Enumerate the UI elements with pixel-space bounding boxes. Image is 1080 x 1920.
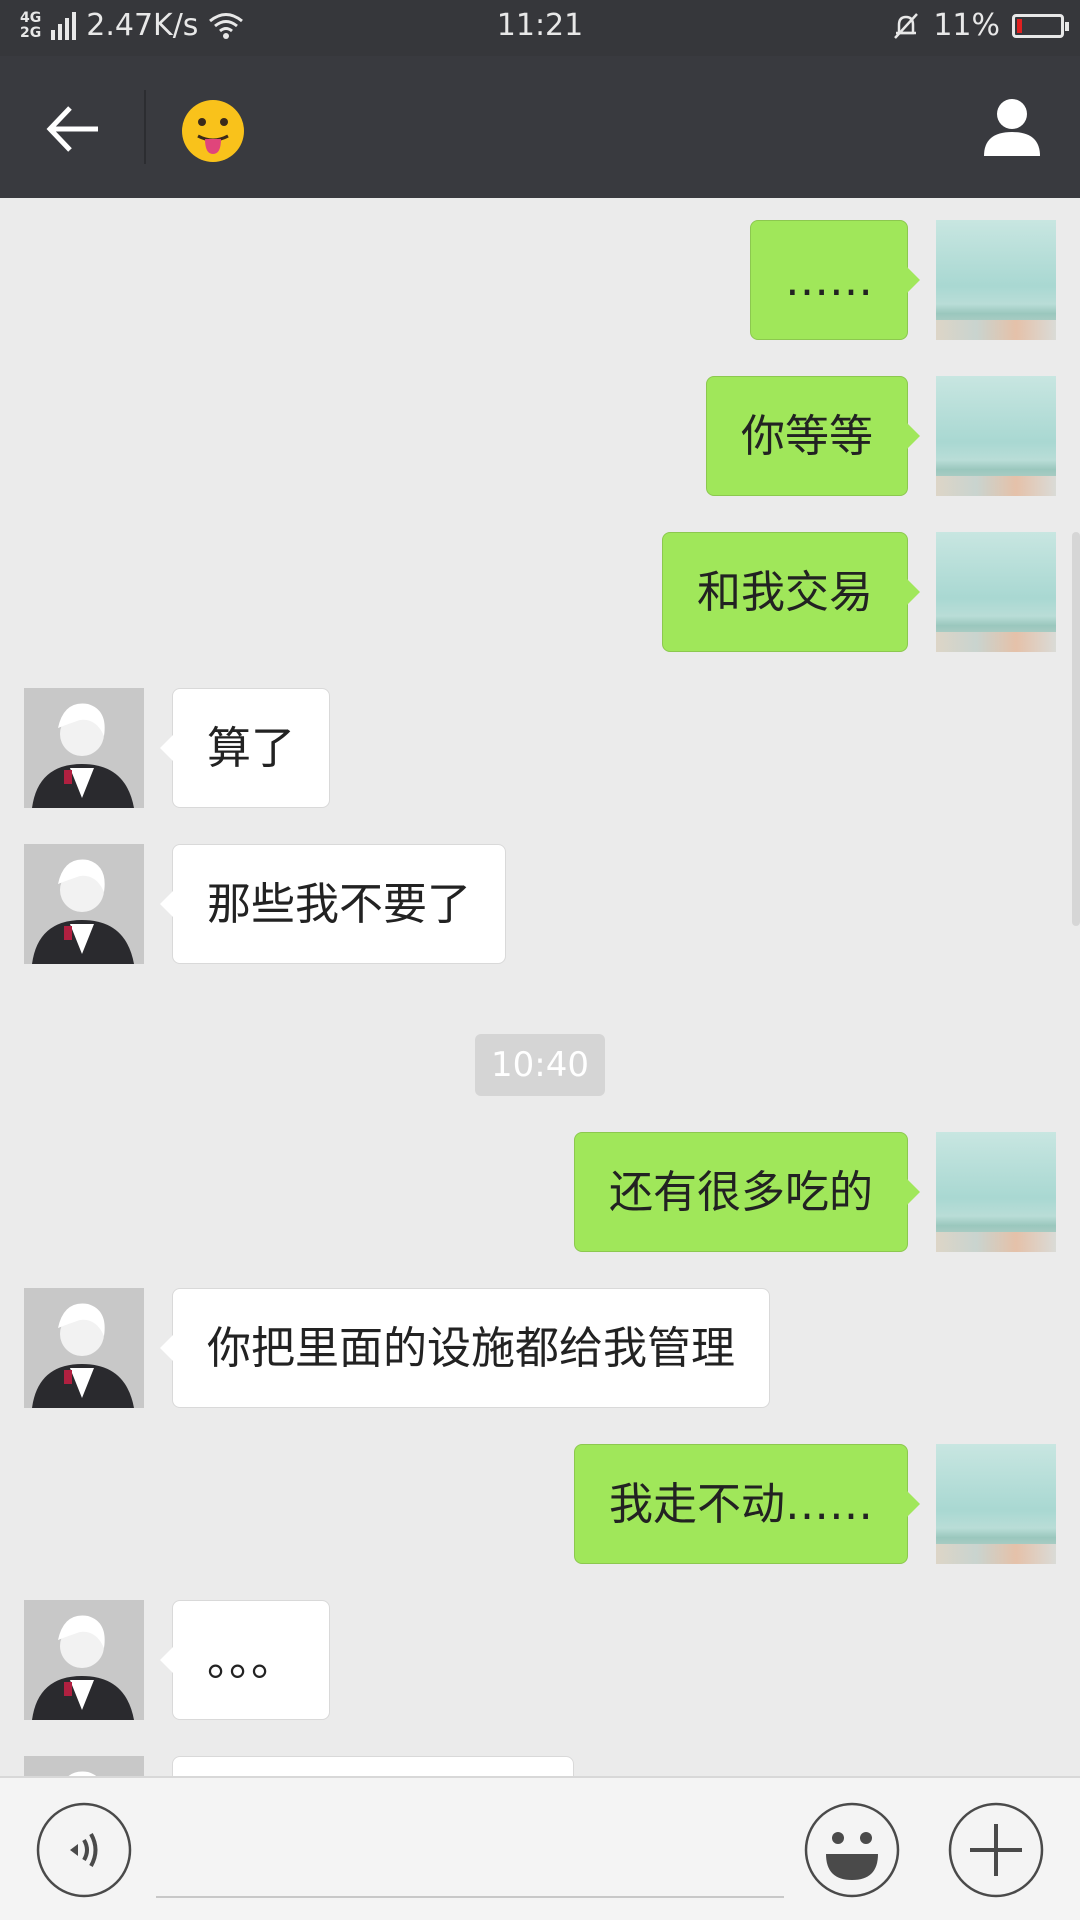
received-message-bubble[interactable]: 。。。 (160, 1600, 330, 1720)
status-bar: 4G 2G 2.47K/s 11:21 11% (0, 0, 1080, 56)
contact-portrait-icon (24, 1756, 144, 1776)
received-message-bubble[interactable] (172, 1756, 574, 1776)
sent-message-bubble[interactable]: 和我交易 (662, 532, 920, 652)
contact-avatar[interactable] (24, 1288, 144, 1408)
profile-icon[interactable] (980, 94, 1044, 158)
battery-percent: 11% (933, 8, 1000, 43)
contact-portrait-icon (24, 844, 144, 964)
contact-avatar[interactable] (24, 688, 144, 808)
contact-avatar[interactable] (24, 844, 144, 964)
self-avatar[interactable] (936, 532, 1056, 652)
battery-level (1017, 18, 1022, 33)
header-divider (144, 90, 146, 164)
self-avatar[interactable] (936, 1444, 1056, 1564)
sent-message-bubble[interactable]: 还有很多吃的 (574, 1132, 920, 1252)
emoji-icon[interactable] (804, 1802, 900, 1898)
message-row: 你等等 (0, 376, 1080, 496)
received-message-bubble[interactable]: 算了 (160, 688, 330, 808)
contact-avatar[interactable] (24, 1756, 144, 1776)
sent-message-bubble[interactable]: 我走不动…… (574, 1444, 920, 1564)
battery-icon (1012, 13, 1069, 38)
contact-portrait-icon (24, 688, 144, 808)
self-avatar[interactable] (936, 220, 1056, 340)
self-avatar[interactable] (936, 1132, 1056, 1252)
self-avatar[interactable] (936, 376, 1056, 496)
message-row: 和我交易 (0, 532, 1080, 652)
message-row: 算了 (0, 688, 1080, 808)
scrollbar[interactable] (1072, 532, 1080, 926)
message-row: 还有很多吃的 (0, 1132, 1080, 1252)
voice-icon[interactable] (36, 1802, 132, 1898)
message-row: 那些我不要了 (0, 844, 1080, 964)
message-row: 我走不动…… (0, 1444, 1080, 1564)
contact-avatar[interactable] (24, 1600, 144, 1720)
sent-message-bubble[interactable]: …… (750, 220, 920, 340)
back-arrow-icon[interactable] (40, 96, 106, 162)
received-message-bubble[interactable]: 那些我不要了 (160, 844, 506, 964)
message-row (0, 1756, 1080, 1776)
received-message-bubble[interactable]: 你把里面的设施都给我管理 (160, 1288, 770, 1408)
input-bar (0, 1776, 1080, 1920)
tongue-emoji-icon (182, 100, 244, 162)
plus-icon[interactable] (948, 1802, 1044, 1898)
message-input[interactable] (156, 1808, 784, 1898)
message-row: …… (0, 220, 1080, 340)
mute-bell-icon (894, 12, 919, 39)
message-row: 你把里面的设施都给我管理 (0, 1288, 1080, 1408)
timestamp-badge: 10:40 (475, 1034, 605, 1096)
contact-portrait-icon (24, 1600, 144, 1720)
message-row: 。。。 (0, 1600, 1080, 1720)
chat-header (0, 56, 1080, 198)
message-list[interactable]: …… 你等等和我交易算了那些我不要了还有很多吃的你把里面的设施都给我管理我走不动…… (0, 198, 1080, 1776)
contact-portrait-icon (24, 1288, 144, 1408)
status-right: 11% (891, 8, 1069, 43)
sent-message-bubble[interactable]: 你等等 (706, 376, 920, 496)
